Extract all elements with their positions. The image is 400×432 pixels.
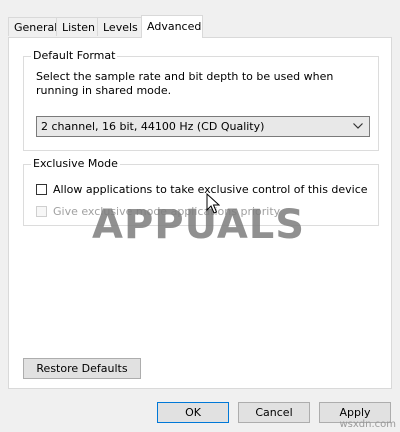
- tab-levels[interactable]: Levels: [97, 17, 142, 36]
- checkbox-box[interactable]: [36, 206, 47, 217]
- tab-general[interactable]: General: [8, 17, 57, 36]
- default-format-title: Default Format: [31, 49, 118, 62]
- exclusive-mode-title: Exclusive Mode: [31, 157, 120, 170]
- restore-defaults-button[interactable]: Restore Defaults: [23, 358, 141, 379]
- tab-listen[interactable]: Listen: [56, 17, 98, 36]
- chevron-down-icon: [353, 123, 363, 129]
- cancel-button[interactable]: Cancel: [238, 402, 310, 423]
- watermark-logo: APPUALS: [92, 202, 306, 248]
- credit-text: wsxdn.com: [339, 419, 396, 430]
- format-dropdown-value: 2 channel, 16 bit, 44100 Hz (CD Quality): [41, 120, 265, 133]
- default-format-group: Default Format Select the sample rate an…: [23, 49, 379, 151]
- default-format-description: Select the sample rate and bit depth to …: [36, 70, 334, 97]
- tab-advanced[interactable]: Advanced: [141, 15, 203, 38]
- ok-button[interactable]: OK: [157, 402, 229, 423]
- mouse-pointer-icon: [206, 193, 220, 214]
- checkbox-box[interactable]: [36, 184, 47, 195]
- allow-exclusive-control-checkbox[interactable]: Allow applications to take exclusive con…: [36, 183, 368, 199]
- format-dropdown[interactable]: 2 channel, 16 bit, 44100 Hz (CD Quality): [36, 116, 370, 137]
